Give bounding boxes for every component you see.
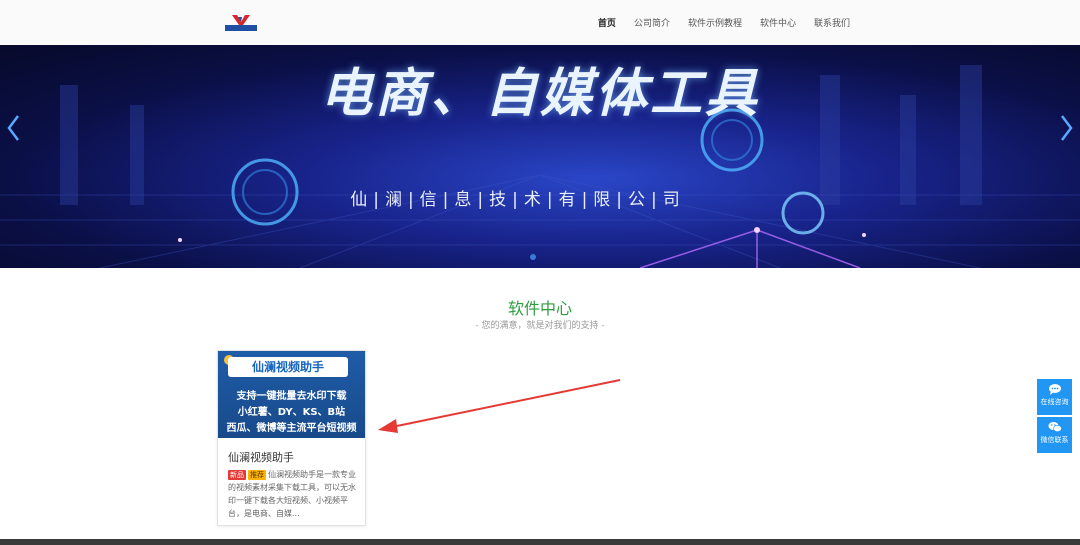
carousel-prev-button[interactable]: [4, 113, 24, 143]
chevron-left-icon: [7, 115, 19, 141]
product-image-title: 仙澜视频助手: [228, 357, 348, 377]
company-logo[interactable]: [224, 14, 258, 32]
tag-new-badge: 新品: [228, 470, 246, 480]
online-consult-label: 在线咨询: [1040, 398, 1069, 406]
site-header: 首页 公司简介 软件示例教程 软件中心 联系我们: [0, 0, 1080, 46]
product-image-line: 西瓜、微博等主流平台短视频: [226, 423, 357, 434]
annotation-arrow: [378, 379, 621, 433]
logo-mark-icon: [225, 15, 257, 31]
online-consult-button[interactable]: 在线咨询: [1037, 379, 1072, 415]
product-card[interactable]: 仙澜视频助手 支持一键批量去水印下载 小红薯、DY、KS、B站 西瓜、微博等主流…: [217, 350, 366, 526]
nav-item-home[interactable]: 首页: [598, 16, 616, 29]
nav-item-about[interactable]: 公司简介: [634, 16, 670, 29]
nav-item-software-center[interactable]: 软件中心: [760, 16, 796, 29]
main-nav: 首页 公司简介 软件示例教程 软件中心 联系我们: [580, 0, 850, 45]
banner-title: 电商、自媒体工具: [319, 64, 760, 124]
chevron-right-icon: [1061, 115, 1073, 141]
hero-banner: 电商、自媒体工具 仙|澜|信|息|技|术|有|限|公|司: [0, 45, 1080, 268]
banner-subtitle: 仙|澜|信|息|技|术|有|限|公|司: [350, 190, 686, 210]
wechat-icon: [1048, 422, 1062, 433]
carousel-next-button[interactable]: [1056, 113, 1076, 143]
tag-recommend-badge: 推荐: [248, 470, 266, 480]
product-description: 新品 推荐 仙澜视频助手是一款专业的视频素材采集下载工具，可以无水印一键下载各大短视…: [228, 468, 358, 520]
chat-bubble-icon: [1048, 384, 1061, 395]
wechat-contact-button[interactable]: 微信联系: [1037, 417, 1072, 453]
product-image[interactable]: 仙澜视频助手 支持一键批量去水印下载 小红薯、DY、KS、B站 西瓜、微博等主流…: [218, 351, 365, 438]
nav-item-contact[interactable]: 联系我们: [814, 16, 850, 29]
wechat-contact-label: 微信联系: [1040, 436, 1069, 444]
product-image-line: 支持一键批量去水印下载: [236, 391, 347, 402]
carousel-indicator-dot[interactable]: [530, 254, 536, 260]
section-subtitle: - 您的满意，就是对我们的支持 -: [475, 321, 605, 331]
product-image-line: 小红薯、DY、KS、B站: [237, 407, 346, 418]
product-name[interactable]: 仙澜视频助手: [228, 449, 294, 465]
section-title: 软件中心: [507, 299, 572, 318]
nav-item-tutorials[interactable]: 软件示例教程: [688, 16, 742, 29]
page-bottom-bar: [0, 539, 1080, 545]
